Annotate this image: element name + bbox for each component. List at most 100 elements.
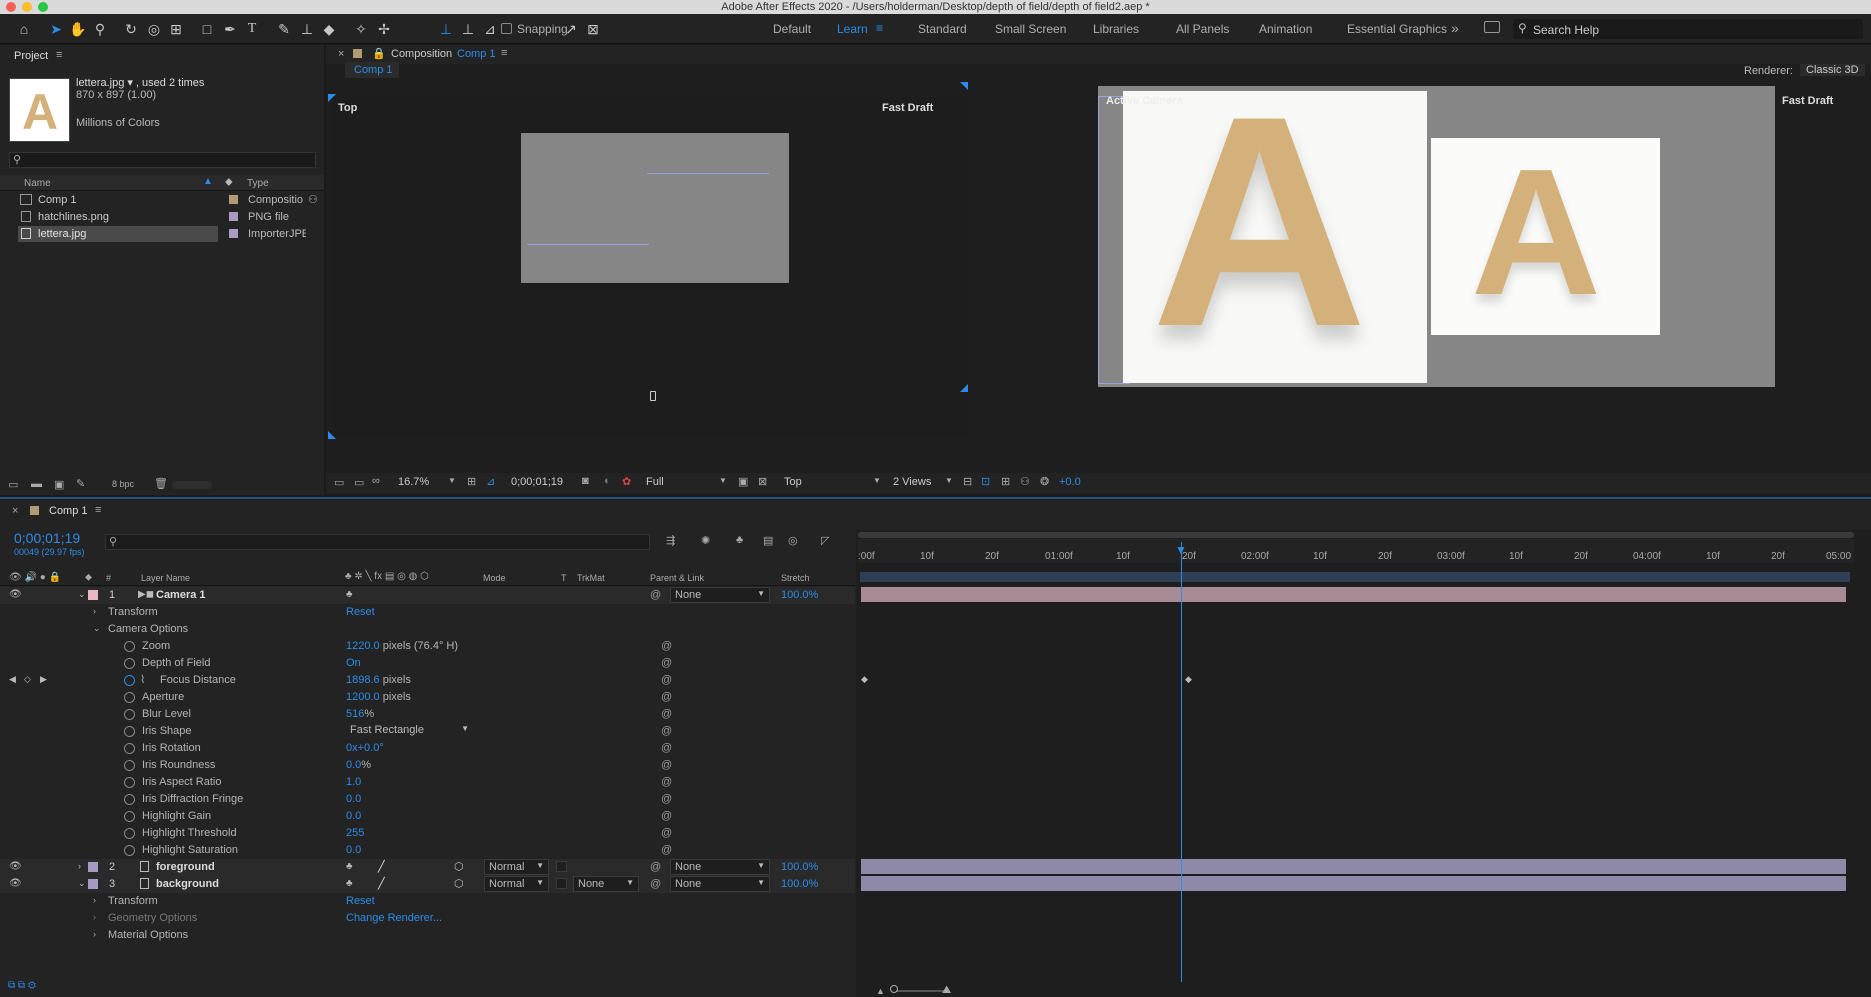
stopwatch-icon[interactable] [124, 777, 135, 788]
workspace-small-screen[interactable]: Small Screen [995, 22, 1066, 36]
snapping-checkbox[interactable] [501, 23, 512, 34]
layer-label-swatch[interactable] [88, 879, 98, 889]
shy-switch-icon[interactable]: ♣ [346, 589, 353, 600]
reset-link[interactable]: Reset [346, 606, 375, 618]
chevron-right-icon[interactable]: › [93, 912, 96, 922]
orbit-camera-icon[interactable]: ◎ [145, 20, 163, 38]
workspace-menu-icon[interactable]: ≡ [876, 21, 883, 35]
pickwhip-icon[interactable]: @ [661, 810, 673, 822]
eye-icon[interactable]: 👁 [9, 878, 22, 889]
work-area-bar[interactable] [860, 572, 1850, 582]
stopwatch-icon[interactable] [124, 845, 135, 856]
property-value[interactable]: 0.0 [346, 844, 361, 856]
chevron-right-icon[interactable]: › [78, 861, 81, 871]
flowchart-icon[interactable]: ⚇ [308, 193, 318, 206]
eraser-tool-icon[interactable]: ◆ [320, 20, 338, 38]
pickwhip-icon[interactable]: @ [661, 708, 673, 720]
toggle-pixel-aspect-icon[interactable]: ⊟ [963, 475, 972, 488]
chevron-down-icon[interactable]: ⌄ [78, 878, 86, 889]
property-value[interactable]: 1220.0 pixels (76.4° H) [346, 640, 458, 652]
project-search-input[interactable]: ⚲ [9, 152, 316, 168]
snap-options-icon[interactable]: ↗ [562, 20, 580, 38]
property-value[interactable]: 516% [346, 708, 374, 720]
reset-exposure-icon[interactable]: ❂ [1040, 475, 1049, 488]
local-axis-icon[interactable]: ⊥ [437, 20, 455, 38]
region-of-interest-icon[interactable]: ▣ [738, 475, 748, 488]
chevron-down-icon[interactable]: ⌄ [93, 623, 101, 634]
stopwatch-icon[interactable] [124, 641, 135, 652]
chevron-right-icon[interactable]: › [93, 929, 96, 939]
vr-goggles-icon[interactable]: ∞ [372, 475, 380, 487]
zoom-level-dropdown[interactable]: 16.7% [398, 476, 429, 488]
clone-stamp-icon[interactable]: ⊥ [298, 20, 316, 38]
project-item-row-selected[interactable]: lettera.jpg ImporterJPE [0, 226, 324, 242]
stopwatch-icon[interactable] [124, 760, 135, 771]
puppet-pin-icon[interactable]: ✢ [375, 20, 393, 38]
iris-shape-dropdown[interactable]: Fast Rectangle ▼ [346, 723, 471, 739]
new-folder-icon[interactable]: ▬ [31, 478, 42, 490]
monitor-icon[interactable]: ▭ [354, 476, 364, 489]
stopwatch-icon[interactable] [124, 726, 135, 737]
pickwhip-icon[interactable]: @ [661, 844, 673, 856]
current-time-display[interactable]: 0;00;01;19 [511, 476, 563, 488]
zoom-tool-icon[interactable]: ⚲ [91, 20, 109, 38]
layer-row-foreground[interactable]: 👁 › 2 foreground ♣ ╱ ⬡ Normal ▼ @ None ▼ 1… [0, 859, 855, 876]
workspace-libraries[interactable]: Libraries [1093, 22, 1139, 36]
zoom-out-icon[interactable]: ▲ [876, 986, 885, 996]
layer-row-background[interactable]: 👁 ⌄ 3 background ♣ ╱ ⬡ Normal ▼ None ▼ @ N… [0, 876, 855, 893]
background-layer-duration-bar[interactable] [861, 876, 1846, 891]
parent-dropdown[interactable]: None ▼ [670, 859, 770, 875]
home-icon[interactable]: ⌂ [15, 20, 33, 38]
layer-name[interactable]: foreground [156, 861, 215, 873]
stopwatch-icon[interactable] [124, 658, 135, 669]
workspace-standard[interactable]: Standard [918, 22, 967, 36]
stopwatch-active-icon[interactable] [124, 675, 135, 686]
label-color-swatch[interactable] [229, 229, 238, 238]
quality-switch-icon[interactable]: ╱ [378, 860, 385, 873]
comp-mini-flowchart-icon[interactable]: ⇶ [666, 534, 675, 547]
workspace-learn[interactable]: Learn [837, 22, 868, 36]
layer-label-swatch[interactable] [88, 590, 98, 600]
transform-group-row[interactable]: › Transform Reset [0, 893, 855, 910]
graph-editor-icon[interactable]: ◸ [821, 534, 829, 547]
time-ruler[interactable]: :00f 10f 20f 01:00f 10f 20f 02:00f 10f 2… [858, 539, 1854, 563]
snap-edges-icon[interactable]: ⊠ [584, 20, 602, 38]
hand-tool-icon[interactable]: ✋ [69, 20, 87, 38]
pickwhip-icon[interactable]: @ [650, 589, 662, 601]
brush-tool-icon[interactable]: ✎ [275, 20, 293, 38]
type-column-header[interactable]: Type [247, 178, 269, 189]
transparency-grid-icon[interactable]: ⊠ [758, 475, 767, 488]
3d-layer-icon[interactable]: ⬡ [454, 877, 464, 890]
pickwhip-icon[interactable]: @ [661, 827, 673, 839]
pickwhip-icon[interactable]: @ [650, 861, 662, 873]
chevron-right-icon[interactable]: › [93, 606, 96, 616]
pickwhip-icon[interactable]: @ [661, 793, 673, 805]
playhead-handle[interactable]: ▼ [1175, 543, 1187, 557]
roto-brush-icon[interactable]: ✧ [352, 20, 370, 38]
stopwatch-icon[interactable] [124, 692, 135, 703]
close-panel-icon[interactable]: × [12, 505, 18, 517]
camera-layer-duration-bar[interactable] [861, 587, 1846, 602]
graph-icon[interactable]: ⌇ [140, 673, 145, 686]
add-keyframe-icon[interactable]: ◇ [24, 674, 31, 685]
lock-icon[interactable]: 🔒 [372, 47, 386, 60]
quality-switch-icon[interactable]: ╱ [378, 877, 385, 890]
pickwhip-icon[interactable]: @ [661, 657, 673, 669]
property-value[interactable]: 0.0 [346, 793, 361, 805]
keyframe-marker[interactable]: ◆ [861, 674, 868, 685]
property-value[interactable]: 255 [346, 827, 364, 839]
pickwhip-icon[interactable]: @ [661, 725, 673, 737]
stopwatch-icon[interactable] [124, 709, 135, 720]
timeline-graph-area[interactable]: :00f 10f 20f 01:00f 10f 20f 02:00f 10f 2… [856, 530, 1871, 997]
view-axis-icon[interactable]: ⊿ [481, 20, 499, 38]
workspace-sync-icon[interactable] [1484, 21, 1500, 33]
property-value[interactable]: 1.0 [346, 776, 361, 788]
active-camera-viewer[interactable]: A A Active Camera Fast Draft [1098, 53, 1871, 438]
top-view-viewer[interactable]: Top Fast Draft [328, 94, 969, 439]
project-panel-title[interactable]: Project [14, 50, 48, 62]
camera-marker-icon[interactable] [650, 391, 656, 401]
property-value[interactable]: 0.0% [346, 759, 371, 771]
rectangle-tool-icon[interactable]: □ [198, 20, 216, 38]
transform-group-row[interactable]: › Transform Reset [0, 604, 855, 621]
blend-mode-dropdown[interactable]: Normal ▼ [484, 859, 549, 875]
